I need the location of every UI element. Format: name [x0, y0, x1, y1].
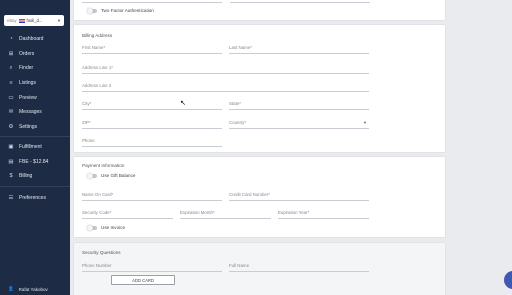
- card-number-field[interactable]: Credit Card Number*: [229, 192, 369, 201]
- dollar-icon: $: [9, 173, 13, 179]
- billing-title: Billing Address: [82, 33, 113, 38]
- main-content: Two Factor Authentication Billing Addres…: [70, 0, 512, 295]
- security-code-field[interactable]: Security Code*: [82, 210, 173, 219]
- user-icon: 👤: [8, 286, 14, 291]
- sidebar-item-orders[interactable]: ⊞ Orders: [8, 50, 66, 58]
- sidebar-item-settings[interactable]: ⚙ Settings: [8, 123, 66, 131]
- help-chat-button[interactable]: [504, 271, 512, 289]
- add-card-button[interactable]: ADD CARD: [111, 275, 175, 285]
- gift-balance-label: Use Gift Balance: [101, 173, 136, 178]
- user-profile[interactable]: 👤 Rafat Yakobov: [8, 286, 48, 292]
- sidebar-divider: [0, 186, 70, 187]
- billing-address-card: Billing Address First Name* Last Name* A…: [74, 25, 445, 152]
- store-select[interactable]: eBay fooli_d... ▼: [4, 15, 64, 26]
- sidebar-item-label: Finder: [19, 65, 34, 71]
- gear-icon: ⚙: [8, 124, 14, 130]
- monitor-icon: ▭: [8, 95, 14, 101]
- top-field-left[interactable]: [82, 0, 222, 3]
- state-field[interactable]: State*: [229, 101, 369, 110]
- sidebar-item-label: Listings: [19, 80, 36, 86]
- mouse-cursor-icon: ↖: [180, 100, 186, 107]
- sidebar-item-dashboard[interactable]: ◔ Dashboard: [8, 35, 66, 43]
- two-factor-toggle[interactable]: Two Factor Authentication: [87, 7, 154, 14]
- sidebar-item-preview[interactable]: ▭ Preview: [8, 94, 66, 102]
- sidebar-item-label: Dashboard: [19, 36, 44, 42]
- city-field[interactable]: City*: [82, 101, 222, 110]
- toggle-switch[interactable]: [87, 172, 97, 179]
- sidebar-divider: [0, 136, 70, 137]
- sidebar-item-label: Orders: [19, 51, 35, 57]
- dashboard-icon: ◔: [9, 36, 13, 42]
- sliders-icon: ☰: [8, 195, 14, 201]
- sidebar-item-listings[interactable]: ≡ Listings: [8, 79, 66, 87]
- sidebar-item-fulfillment[interactable]: ▣ Fulfillment: [8, 143, 66, 151]
- chevron-down-icon: ▼: [363, 120, 367, 125]
- last-name-field[interactable]: Last Name*: [229, 45, 369, 54]
- sidebar: eBay fooli_d... ▼ ◔ Dashboard ⊞ Orders ⌕…: [0, 0, 70, 295]
- store-tag: eBay: [7, 18, 17, 23]
- sidebar-item-label: Messages: [19, 109, 42, 115]
- sidebar-item-label: Billing: [19, 173, 33, 179]
- us-flag-icon: [18, 18, 25, 23]
- chevron-down-icon: ▼: [57, 18, 61, 23]
- mail-icon: ✉: [8, 109, 14, 115]
- expiration-year-field[interactable]: Expiration Year*: [278, 210, 369, 219]
- sidebar-item-label: Preview: [19, 95, 37, 101]
- sidebar-item-label: Settings: [19, 124, 38, 130]
- store-value: fooli_d...: [26, 18, 43, 23]
- invoice-label: Use Invoice: [101, 225, 126, 230]
- user-name: Rafat Yakobov: [18, 286, 48, 292]
- toggle-switch[interactable]: [87, 224, 97, 231]
- account-card: Two Factor Authentication: [74, 0, 445, 20]
- address-line2-field[interactable]: Address Line 2: [82, 83, 369, 92]
- security-title: Security Questions: [82, 250, 121, 255]
- sidebar-item-label: Preferences: [19, 195, 46, 201]
- sidebar-item-billing[interactable]: $ Billing: [8, 172, 66, 180]
- phone-field[interactable]: Phone: [82, 138, 222, 147]
- sidebar-item-fbe[interactable]: ▤ FBE - $12.84: [8, 158, 66, 166]
- sidebar-item-label: FBE - $12.84: [19, 159, 49, 165]
- phone-number-field[interactable]: Phone Number: [82, 263, 222, 272]
- expiration-month-field[interactable]: Expiration Month*: [180, 210, 271, 219]
- payment-info-card: Payment Information Use Gift Balance Nam…: [74, 157, 445, 237]
- invoice-toggle[interactable]: Use Invoice: [87, 224, 126, 231]
- payment-title: Payment Information: [82, 163, 125, 168]
- name-on-card-field[interactable]: Name On Card*: [82, 192, 222, 201]
- receipt-icon: ▤: [8, 159, 14, 165]
- top-field-right[interactable]: [230, 0, 370, 3]
- sidebar-item-finder[interactable]: ⌕ Finder: [8, 64, 66, 72]
- full-name-field[interactable]: Full Name: [229, 263, 369, 272]
- gift-balance-toggle[interactable]: Use Gift Balance: [87, 172, 136, 179]
- security-questions-card: Security Questions Phone Number Full Nam…: [74, 243, 445, 295]
- sidebar-item-label: Fulfillment: [19, 144, 42, 150]
- cart-icon: ⊞: [8, 51, 14, 57]
- list-icon: ≡: [9, 80, 13, 86]
- box-icon: ▣: [8, 144, 14, 150]
- sidebar-item-messages[interactable]: ✉ Messages: [8, 108, 66, 116]
- toggle-switch[interactable]: [87, 7, 97, 14]
- first-name-field[interactable]: First Name*: [82, 45, 222, 54]
- two-factor-label: Two Factor Authentication: [101, 8, 154, 13]
- address-line1-field[interactable]: Address Line 1*: [82, 65, 369, 74]
- search-icon: ⌕: [9, 64, 13, 71]
- zip-field[interactable]: ZIP*: [82, 120, 222, 129]
- country-select[interactable]: Country* ▼: [229, 120, 369, 129]
- sidebar-item-preferences[interactable]: ☰ Preferences: [8, 194, 66, 202]
